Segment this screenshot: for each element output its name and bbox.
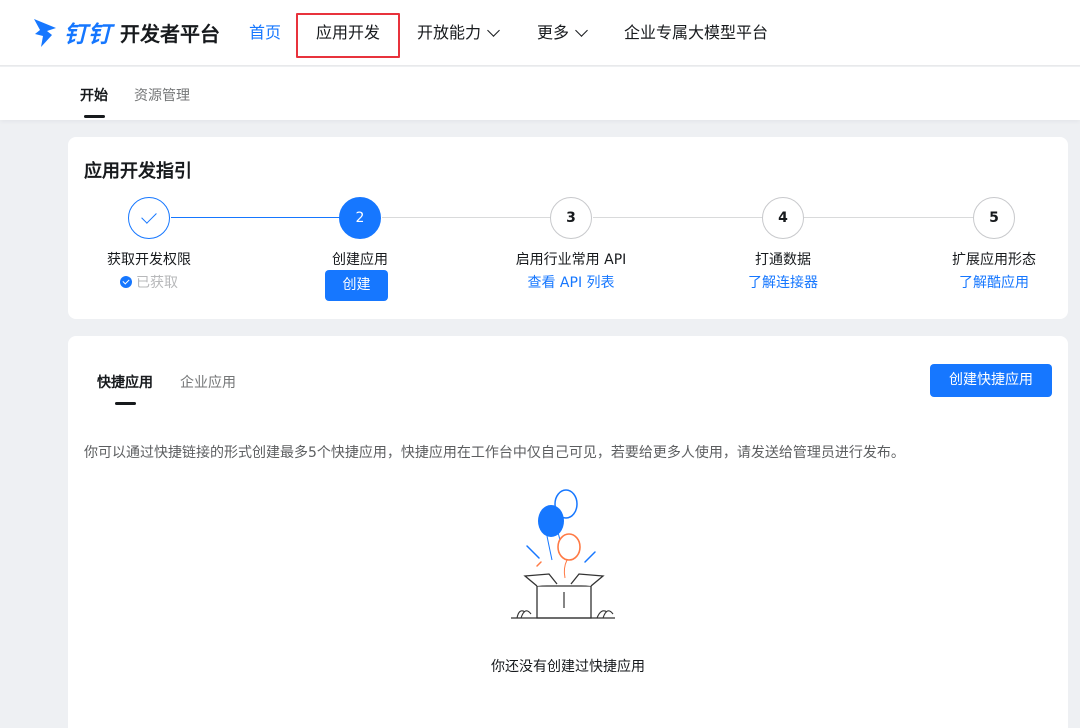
step-5-circle: 5 <box>973 197 1015 239</box>
step-2-label: 创建应用 <box>332 252 388 268</box>
step-connector <box>382 217 552 218</box>
step-2-circle: 2 <box>339 197 381 239</box>
dingtalk-logo-icon <box>34 19 56 47</box>
step-connector <box>171 217 341 218</box>
check-circle-icon <box>120 276 132 288</box>
check-icon <box>141 208 157 224</box>
empty-state-text: 你还没有创建过快捷应用 <box>491 659 645 675</box>
step-3-circle: 3 <box>550 197 592 239</box>
subtab-start[interactable]: 开始 <box>80 85 108 105</box>
empty-box-balloons-icon <box>511 489 615 619</box>
app-tab-active-indicator <box>115 402 136 405</box>
subtab-resource-management[interactable]: 资源管理 <box>134 85 190 105</box>
highlight-box <box>296 13 400 58</box>
step-3-label: 启用行业常用 API <box>515 252 627 268</box>
sub-nav: 开始 资源管理 <box>0 67 1080 120</box>
subtab-active-indicator <box>84 115 105 118</box>
quick-app-description: 你可以通过快捷链接的形式创建最多5个快捷应用，快捷应用在工作台中仅自己可见，若要… <box>84 445 905 461</box>
logo[interactable]: 钉钉 开发者平台 <box>32 12 220 52</box>
logo-title: 开发者平台 <box>120 21 220 46</box>
step-1-label: 获取开发权限 <box>107 252 191 268</box>
nav-open-capabilities[interactable]: 开放能力 <box>417 0 500 66</box>
view-api-list-link[interactable]: 查看 API 列表 <box>481 272 661 292</box>
tab-enterprise-apps[interactable]: 企业应用 <box>180 372 236 392</box>
nav-more-label: 更多 <box>537 23 570 42</box>
step-connector <box>804 217 974 218</box>
nav-home[interactable]: 首页 <box>249 0 281 66</box>
step-1-circle <box>128 197 170 239</box>
nav-home-label: 首页 <box>249 23 282 42</box>
nav-enterprise-llm-label: 企业专属大模型平台 <box>624 23 769 42</box>
create-quick-app-button[interactable]: 创建快捷应用 <box>930 364 1052 397</box>
learn-connector-link[interactable]: 了解连接器 <box>693 272 873 292</box>
create-app-button[interactable]: 创建 <box>325 270 388 301</box>
step-1-status-text: 已获取 <box>136 275 178 291</box>
tab-quick-apps[interactable]: 快捷应用 <box>97 372 153 392</box>
chevron-down-icon <box>487 24 500 37</box>
guide-title: 应用开发指引 <box>84 161 192 182</box>
step-connector <box>593 217 763 218</box>
logo-brand: 钉钉 <box>64 22 112 48</box>
nav-more[interactable]: 更多 <box>537 0 588 66</box>
step-4-circle: 4 <box>762 197 804 239</box>
step-1-status: 已获取 <box>59 272 239 292</box>
nav-open-capabilities-label: 开放能力 <box>417 23 482 42</box>
dev-guide-card: 应用开发指引 获取开发权限 已获取 2 创建应用 创建 3 启用行业常用 API… <box>68 137 1068 319</box>
top-nav: 钉钉 开发者平台 首页 应用开发 开放能力 更多 企业专属大模型平台 <box>0 0 1080 66</box>
learn-cool-app-link[interactable]: 了解酷应用 <box>904 272 1080 292</box>
nav-enterprise-llm[interactable]: 企业专属大模型平台 <box>624 0 768 66</box>
step-5-label: 扩展应用形态 <box>952 252 1036 268</box>
apps-card: 快捷应用 企业应用 创建快捷应用 你可以通过快捷链接的形式创建最多5个快捷应用，… <box>68 336 1068 728</box>
chevron-down-icon <box>575 24 588 37</box>
step-4-label: 打通数据 <box>755 252 811 268</box>
